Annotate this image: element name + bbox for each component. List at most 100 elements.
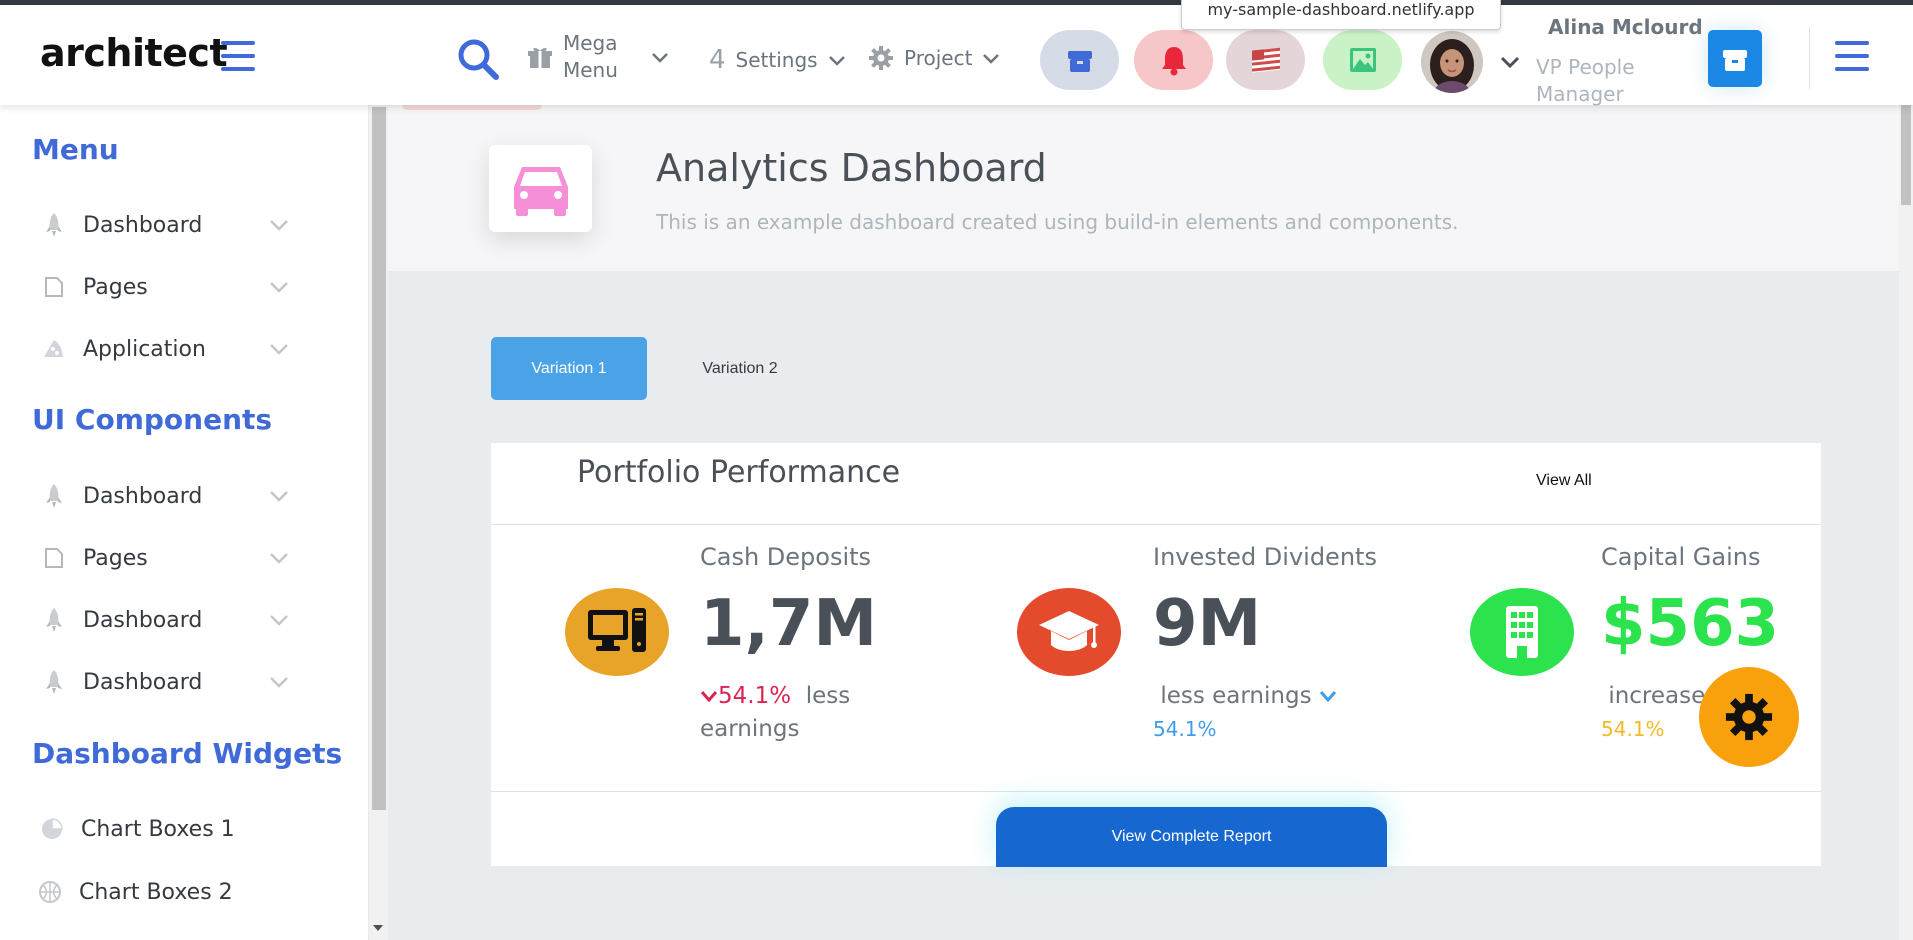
page-subtitle: This is an example dashboard created usi… xyxy=(656,210,1459,234)
app-logo[interactable]: architect xyxy=(40,31,228,75)
box-icon xyxy=(1723,49,1747,71)
car-icon xyxy=(489,145,592,232)
view-complete-report-button[interactable]: View Complete Report xyxy=(996,807,1387,867)
sidebar-item-application[interactable]: Application xyxy=(40,327,290,371)
sidebar-item-dashboard[interactable]: Dashboard xyxy=(40,660,290,704)
theme-settings-button[interactable] xyxy=(1699,667,1799,767)
language-button[interactable] xyxy=(1226,30,1305,90)
stat-label: Cash Deposits xyxy=(700,543,872,571)
sidebar-item-label: Pages xyxy=(83,274,148,300)
stat-note: less earnings 54.1% xyxy=(1153,680,1353,746)
project-label: Project xyxy=(904,46,973,70)
page-title: Analytics Dashboard xyxy=(656,146,1047,190)
gear-icon xyxy=(869,46,893,70)
page-icon xyxy=(40,544,68,572)
rocket-icon xyxy=(40,606,68,634)
pizza-icon xyxy=(40,335,68,363)
sidebar-item-chart-boxes-1[interactable]: Chart Boxes 1 xyxy=(38,807,288,851)
gallery-button[interactable] xyxy=(1323,30,1402,90)
scroll-down-arrow-icon[interactable] xyxy=(373,925,383,931)
ball-icon xyxy=(36,878,64,906)
chevron-down-icon xyxy=(270,491,288,502)
sidebar-item-label: Dashboard xyxy=(83,607,203,633)
settings-dropdown[interactable]: 4 Settings xyxy=(709,45,846,75)
rocket-icon xyxy=(40,482,68,510)
header-divider xyxy=(1809,27,1810,89)
main-scrollbar-thumb[interactable] xyxy=(1901,105,1911,205)
sidebar-item-label: Chart Boxes 1 xyxy=(81,816,235,842)
sidebar-scrollbar-thumb[interactable] xyxy=(372,107,386,810)
image-icon xyxy=(1349,48,1376,72)
chevron-down-icon xyxy=(1319,691,1337,703)
card-title: Portfolio Performance xyxy=(577,455,901,490)
stat-percent: 54.1% xyxy=(1601,717,1665,741)
chevron-down-icon xyxy=(270,677,288,688)
sidebar-heading-ui-components: UI Components xyxy=(32,403,273,436)
portfolio-performance-card: Portfolio Performance View All Cash Depo… xyxy=(491,443,1821,866)
app-header: architect Mega Menu 4 Settings Project A… xyxy=(0,5,1913,106)
stat-label: Capital Gains xyxy=(1601,543,1761,571)
building-icon xyxy=(1470,588,1574,676)
tab-variation-2[interactable]: Variation 2 xyxy=(660,337,820,400)
apps-button[interactable] xyxy=(1040,30,1119,90)
page-title-area xyxy=(388,105,1899,271)
stat-note: 54.1% less earnings xyxy=(700,680,870,746)
sidebar-item-label: Application xyxy=(83,336,206,362)
chevron-down-icon xyxy=(652,53,668,63)
settings-count: 4 xyxy=(709,45,726,75)
sidebar-item-pages[interactable]: Pages xyxy=(40,265,290,309)
stat-percent: 54.1% xyxy=(718,683,792,709)
calendar-button[interactable] xyxy=(1708,30,1762,87)
bell-icon xyxy=(1161,47,1186,76)
gift-icon xyxy=(528,47,552,68)
rocket-icon xyxy=(40,211,68,239)
page-icon xyxy=(40,273,68,301)
tab-variation-1[interactable]: Variation 1 xyxy=(491,337,647,400)
project-dropdown[interactable]: Project xyxy=(868,45,1000,71)
stat-value: 1,7M xyxy=(700,587,878,661)
search-icon[interactable] xyxy=(456,37,500,81)
sidebar-item-dashboard[interactable]: Dashboard xyxy=(40,474,290,518)
rocket-icon xyxy=(40,668,68,696)
gear-icon xyxy=(1725,693,1773,741)
user-role: VP People Manager xyxy=(1536,55,1635,106)
stat-note-text: less earnings xyxy=(1160,683,1312,709)
stat-value: 9M xyxy=(1153,587,1262,661)
sidebar-item-label: Dashboard xyxy=(83,669,203,695)
sidebar-item-dashboard[interactable]: Dashboard xyxy=(40,598,290,642)
chevron-down-icon xyxy=(270,282,288,293)
sidebar-toggle-icon[interactable] xyxy=(221,41,255,71)
sidebar-item-pages[interactable]: Pages xyxy=(40,536,290,580)
stat-percent: 54.1% xyxy=(1153,717,1217,741)
menu-icon[interactable] xyxy=(1835,41,1869,71)
chevron-down-icon[interactable] xyxy=(1499,51,1521,73)
card-divider xyxy=(491,524,1821,525)
stat-value: $563 xyxy=(1601,587,1780,661)
box-icon xyxy=(1067,51,1092,72)
sidebar-item-chart-boxes-2[interactable]: Chart Boxes 2 xyxy=(36,870,286,914)
view-all-link[interactable]: View All xyxy=(1536,472,1592,490)
sidebar-item-label: Dashboard xyxy=(83,212,203,238)
sidebar-item-label: Chart Boxes 2 xyxy=(79,879,233,905)
url-tooltip: my-sample-dashboard.netlify.app xyxy=(1181,0,1501,30)
chevron-down-icon xyxy=(270,553,288,564)
user-name: Alina Mclourd xyxy=(1548,15,1703,39)
settings-label: Settings xyxy=(735,48,818,72)
stat-label: Invested Dividents xyxy=(1153,543,1377,571)
sidebar: Menu Dashboard Pages Application UI Comp… xyxy=(0,105,368,940)
mega-menu-label: Mega Menu xyxy=(563,31,618,82)
notifications-button[interactable] xyxy=(1134,30,1213,90)
sidebar-item-dashboard[interactable]: Dashboard xyxy=(40,203,290,247)
avatar[interactable] xyxy=(1421,31,1483,93)
decorative-strip xyxy=(402,105,542,110)
mega-menu-dropdown[interactable]: Mega Menu xyxy=(527,30,669,84)
pie-chart-icon xyxy=(38,815,66,843)
card-divider xyxy=(491,791,1821,792)
computer-icon xyxy=(565,588,669,676)
chevron-down-icon xyxy=(270,344,288,355)
sidebar-heading-dashboard-widgets: Dashboard Widgets xyxy=(32,737,343,770)
chevron-down-icon xyxy=(983,54,1000,64)
us-flag-icon xyxy=(1251,47,1280,73)
sidebar-heading-menu: Menu xyxy=(32,133,119,166)
main-scrollbar[interactable] xyxy=(1899,105,1913,940)
